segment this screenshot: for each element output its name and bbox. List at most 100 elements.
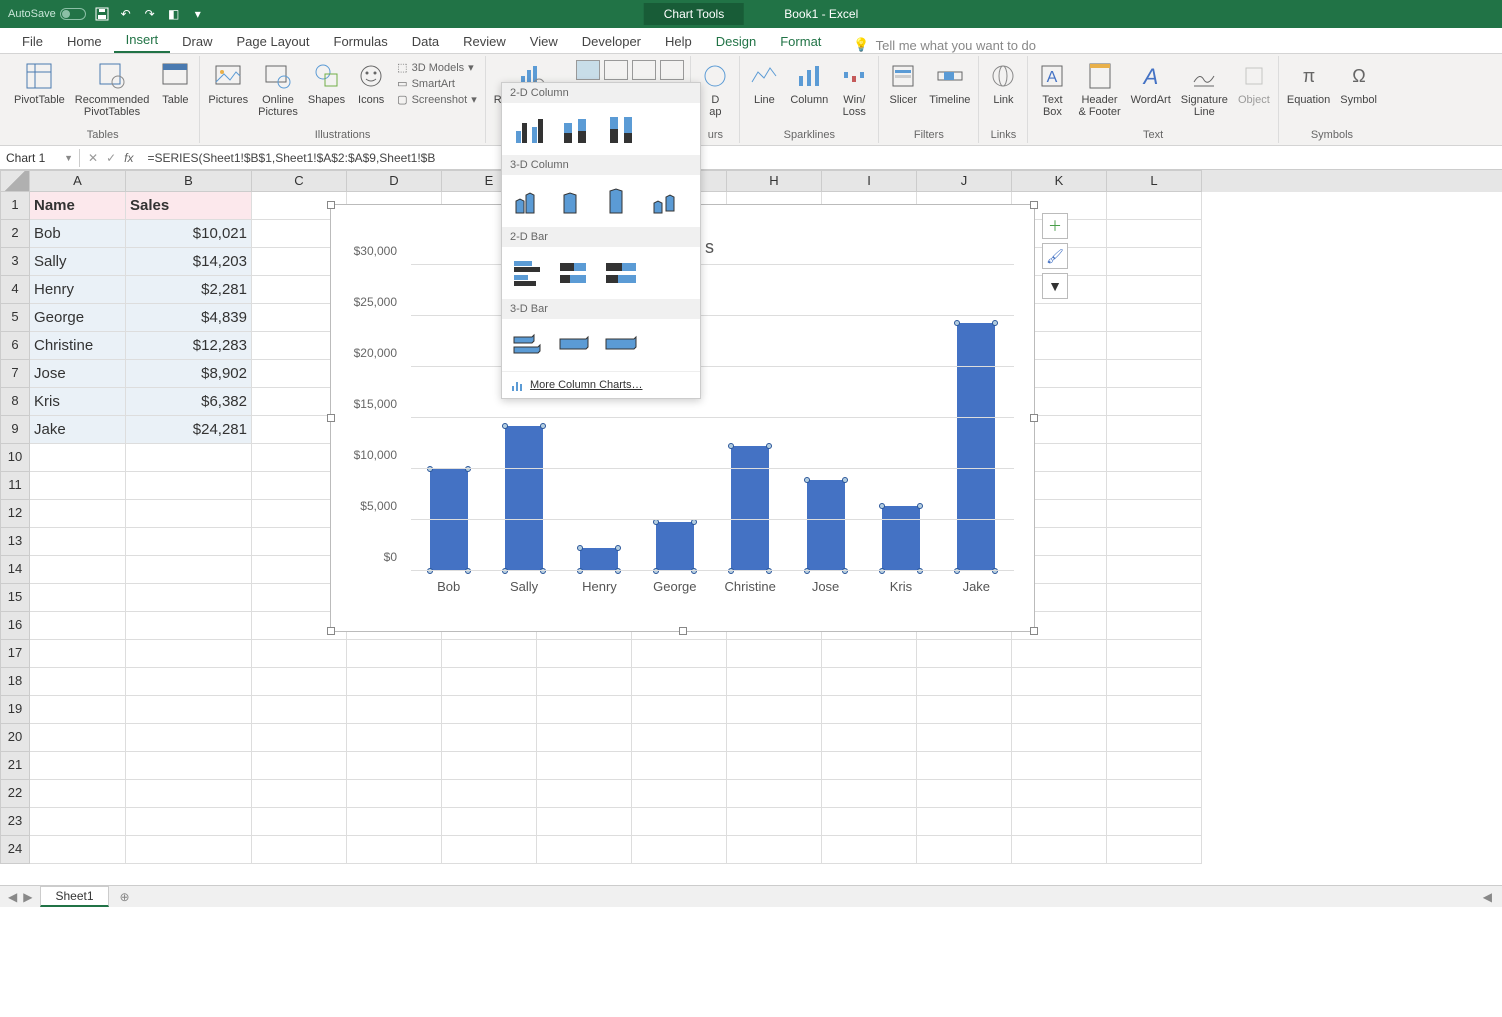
cell[interactable]	[1107, 472, 1202, 500]
cell[interactable]	[1107, 360, 1202, 388]
cell[interactable]	[442, 780, 537, 808]
row-header-8[interactable]: 8	[0, 388, 30, 416]
row-header-4[interactable]: 4	[0, 276, 30, 304]
cell[interactable]	[442, 724, 537, 752]
cell[interactable]	[1107, 612, 1202, 640]
stacked-bar-option[interactable]	[556, 255, 596, 291]
cell[interactable]	[1107, 696, 1202, 724]
cell[interactable]	[537, 696, 632, 724]
3d-stacked-bar-option[interactable]	[556, 327, 596, 363]
cell[interactable]	[537, 640, 632, 668]
cell[interactable]	[1012, 668, 1107, 696]
cell[interactable]	[1107, 444, 1202, 472]
prev-sheet-icon[interactable]: ◀	[8, 890, 17, 904]
cell[interactable]	[917, 752, 1012, 780]
cell[interactable]	[1107, 388, 1202, 416]
row-header-24[interactable]: 24	[0, 836, 30, 864]
cell[interactable]	[30, 836, 126, 864]
cell[interactable]	[442, 696, 537, 724]
sheet-tab-sheet1[interactable]: Sheet1	[40, 886, 108, 907]
tell-me-search[interactable]: 💡 Tell me what you want to do	[853, 37, 1036, 53]
col-header-L[interactable]: L	[1107, 170, 1202, 192]
row-header-2[interactable]: 2	[0, 220, 30, 248]
cell[interactable]	[252, 668, 347, 696]
cancel-icon[interactable]: ✕	[88, 151, 98, 165]
cell[interactable]	[1107, 276, 1202, 304]
cell[interactable]	[822, 808, 917, 836]
tab-developer[interactable]: Developer	[570, 30, 653, 53]
bar-Christine[interactable]	[731, 446, 769, 571]
cell[interactable]	[347, 640, 442, 668]
cell[interactable]	[347, 752, 442, 780]
link-button[interactable]: Link	[983, 58, 1023, 108]
save-icon[interactable]	[94, 6, 110, 22]
cell[interactable]	[126, 584, 252, 612]
cell[interactable]	[727, 696, 822, 724]
name-box[interactable]: Chart 1 ▼	[0, 149, 80, 167]
cell[interactable]	[30, 472, 126, 500]
cell[interactable]	[347, 696, 442, 724]
online-pictures-button[interactable]: Online Pictures	[254, 58, 302, 120]
cell[interactable]	[632, 640, 727, 668]
cell[interactable]	[1107, 416, 1202, 444]
cell[interactable]	[442, 752, 537, 780]
row-header-1[interactable]: 1	[0, 192, 30, 220]
cell[interactable]	[347, 808, 442, 836]
formula-input[interactable]: =SERIES(Sheet1!$B$1,Sheet1!$A$2:$A$9,She…	[141, 149, 1502, 167]
cell[interactable]	[917, 780, 1012, 808]
col-header-B[interactable]: B	[126, 170, 252, 192]
add-sheet-button[interactable]: ⊕	[115, 887, 135, 907]
stacked-column-option[interactable]	[556, 111, 596, 147]
clustered-bar-option[interactable]	[510, 255, 550, 291]
cell[interactable]	[822, 752, 917, 780]
cell[interactable]	[727, 780, 822, 808]
3d-models-button[interactable]: ⬚3D Models ▾	[393, 60, 481, 75]
cell[interactable]	[126, 724, 252, 752]
more-column-charts[interactable]: More Column Charts…	[502, 371, 700, 398]
symbol-button[interactable]: Ω Symbol	[1336, 58, 1381, 108]
cell[interactable]	[252, 752, 347, 780]
row-header-5[interactable]: 5	[0, 304, 30, 332]
row-header-21[interactable]: 21	[0, 752, 30, 780]
row-header-10[interactable]: 10	[0, 444, 30, 472]
cell[interactable]	[917, 696, 1012, 724]
cell-B1[interactable]: Sales	[126, 192, 252, 220]
cell[interactable]	[126, 836, 252, 864]
smartart-button[interactable]: ▭SmartArt	[393, 76, 481, 91]
cell[interactable]	[30, 696, 126, 724]
maps-dropdown[interactable]	[660, 60, 684, 80]
3d-stacked-column-option[interactable]	[556, 183, 596, 219]
cell-A8[interactable]: Kris	[30, 388, 126, 416]
col-header-H[interactable]: H	[727, 170, 822, 192]
cell[interactable]	[442, 640, 537, 668]
tab-insert[interactable]: Insert	[114, 28, 171, 53]
cell[interactable]	[1012, 696, 1107, 724]
cell[interactable]	[632, 668, 727, 696]
cell[interactable]	[30, 500, 126, 528]
tab-format[interactable]: Format	[768, 30, 833, 53]
column-chart-dropdown[interactable]	[576, 60, 600, 80]
col-header-D[interactable]: D	[347, 170, 442, 192]
cell[interactable]	[1012, 640, 1107, 668]
header-footer-button[interactable]: Header & Footer	[1074, 58, 1124, 120]
cell-B8[interactable]: $6,382	[126, 388, 252, 416]
cell[interactable]	[1107, 780, 1202, 808]
undo-icon[interactable]: ↶	[118, 6, 134, 22]
cell-A1[interactable]: Name	[30, 192, 126, 220]
cell[interactable]	[537, 808, 632, 836]
cell[interactable]	[917, 640, 1012, 668]
cell[interactable]	[30, 724, 126, 752]
wordart-button[interactable]: A WordArt	[1127, 58, 1175, 108]
sparkline-winloss-button[interactable]: Win/ Loss	[834, 58, 874, 120]
row-header-22[interactable]: 22	[0, 780, 30, 808]
cell-B6[interactable]: $12,283	[126, 332, 252, 360]
row-header-13[interactable]: 13	[0, 528, 30, 556]
cell[interactable]	[252, 724, 347, 752]
cell[interactable]	[1107, 808, 1202, 836]
cell[interactable]	[917, 724, 1012, 752]
bar-Kris[interactable]	[882, 506, 920, 571]
cell[interactable]	[632, 696, 727, 724]
100-stacked-bar-option[interactable]	[602, 255, 642, 291]
cell[interactable]	[30, 556, 126, 584]
cell-A4[interactable]: Henry	[30, 276, 126, 304]
